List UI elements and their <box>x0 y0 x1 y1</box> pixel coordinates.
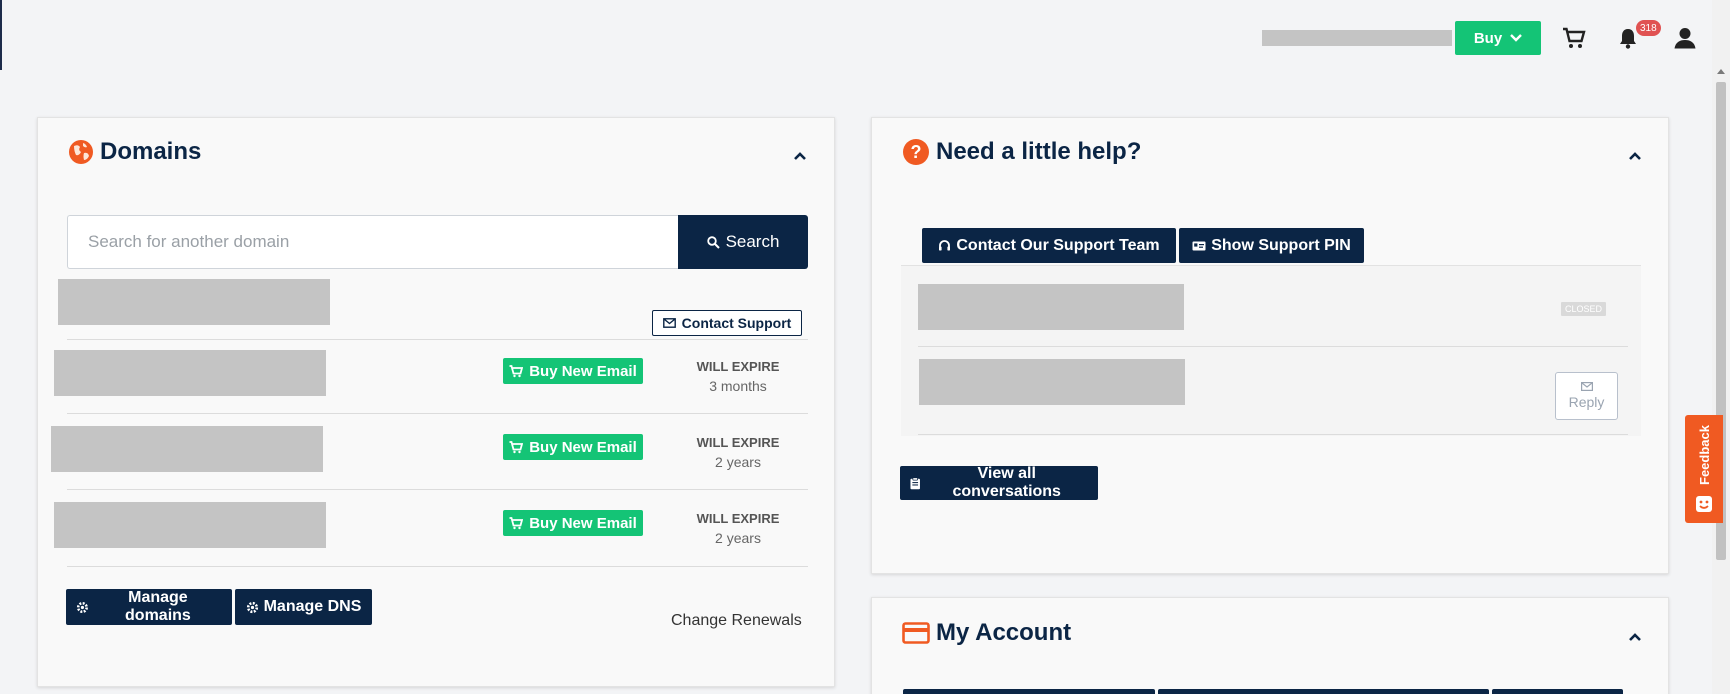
envelope-icon <box>1580 382 1593 391</box>
show-support-pin-button[interactable]: Show Support PIN <box>1179 228 1364 263</box>
notification-count-badge: 318 <box>1636 20 1661 36</box>
id-card-icon <box>1192 241 1206 250</box>
manage-domains-label: Manage domains <box>125 589 191 624</box>
redacted-conversation-title <box>919 359 1185 405</box>
chevron-down-icon <box>1510 34 1523 42</box>
row-divider <box>67 566 808 567</box>
conversation-status-badge: CLOSED <box>1561 302 1607 316</box>
account-action-button[interactable] <box>903 689 1155 694</box>
buy-dropdown-button[interactable]: Buy <box>1455 21 1541 55</box>
expire-value: 2 years <box>715 530 761 546</box>
row-divider <box>67 413 808 414</box>
reply-button[interactable]: Reply <box>1555 372 1618 420</box>
domain-search-button[interactable]: Search <box>678 215 808 269</box>
redacted-domain-name <box>54 350 326 396</box>
buy-new-email-button[interactable]: Buy New Email <box>503 434 643 460</box>
envelope-icon <box>662 318 676 328</box>
redacted-domain-name <box>54 502 326 548</box>
clipboard-icon <box>910 476 920 489</box>
feedback-smile-icon <box>1696 495 1712 512</box>
buy-label: Buy <box>1473 29 1503 47</box>
support-conversations-list: CLOSED Reply <box>901 265 1641 436</box>
scroll-up-arrow-icon[interactable] <box>1712 64 1730 78</box>
reply-label: Reply <box>1568 394 1605 410</box>
row-divider <box>67 339 808 340</box>
my-account-card: My Account <box>871 597 1669 694</box>
row-divider <box>918 434 1628 435</box>
expiry-info: WILL EXPIRE 3 months <box>678 359 798 394</box>
account-action-button[interactable] <box>1158 689 1489 694</box>
contact-support-label: Contact Support <box>681 315 792 331</box>
manage-domains-button[interactable]: Manage domains <box>66 589 232 625</box>
buy-new-email-button[interactable]: Buy New Email <box>503 510 643 536</box>
collapse-domains-button[interactable] <box>788 144 812 168</box>
search-button-label: Search <box>725 232 780 251</box>
will-expire-label: WILL EXPIRE <box>696 359 780 374</box>
expiry-info: WILL EXPIRE 2 years <box>678 435 798 470</box>
expire-value: 3 months <box>709 378 767 394</box>
question-circle-icon: ? <box>903 139 929 165</box>
svg-text:?: ? <box>911 142 922 162</box>
view-all-conversations-label: View all conversations <box>952 465 1061 500</box>
buy-new-email-label: Buy New Email <box>529 514 637 532</box>
domain-search-input[interactable] <box>67 215 678 269</box>
buy-new-email-button[interactable]: Buy New Email <box>503 358 643 384</box>
contact-support-button[interactable]: Contact Support <box>652 310 802 336</box>
globe-icon <box>69 140 93 164</box>
account-title: My Account <box>936 619 1072 646</box>
search-icon <box>706 235 720 249</box>
chevron-up-icon <box>1629 633 1641 641</box>
redacted-domain-name <box>51 426 323 472</box>
domains-heading: Domains <box>68 138 201 166</box>
show-support-pin-label: Show Support PIN <box>1211 236 1351 254</box>
contact-support-team-label: Contact Our Support Team <box>956 236 1160 254</box>
account-action-button[interactable] <box>1492 689 1623 694</box>
user-icon[interactable] <box>1671 24 1699 52</box>
gear-icon <box>246 601 258 613</box>
row-divider <box>67 489 808 490</box>
will-expire-label: WILL EXPIRE <box>696 435 780 450</box>
feedback-label: Feedback <box>1696 425 1712 485</box>
contact-support-team-button[interactable]: Contact Our Support Team <box>922 228 1176 263</box>
feedback-tab[interactable]: Feedback <box>1685 415 1723 523</box>
shopping-cart-icon <box>509 440 524 453</box>
redacted-account-name <box>1262 30 1452 46</box>
shopping-cart-icon <box>509 516 524 529</box>
chevron-up-icon <box>794 152 806 160</box>
domains-card: Domains Search Contact Support Buy New E… <box>37 117 835 687</box>
expiry-info: WILL EXPIRE 2 years <box>678 511 798 546</box>
redacted-conversation-title <box>918 284 1184 330</box>
gear-icon <box>76 601 88 613</box>
account-heading: My Account <box>902 619 1071 647</box>
row-divider <box>918 346 1628 347</box>
will-expire-label: WILL EXPIRE <box>696 511 780 526</box>
headset-icon <box>939 240 951 251</box>
shopping-cart-icon[interactable] <box>1560 24 1588 52</box>
redacted-domain-name <box>58 279 330 325</box>
collapse-account-button[interactable] <box>1623 625 1647 649</box>
top-header: Buy 318 <box>0 0 1730 70</box>
change-renewals-link[interactable]: Change Renewals <box>671 612 802 630</box>
help-title: Need a little help? <box>936 138 1142 165</box>
expire-value: 2 years <box>715 454 761 470</box>
chevron-up-icon <box>1629 152 1641 160</box>
manage-dns-button[interactable]: Manage DNS <box>235 589 372 625</box>
buy-new-email-label: Buy New Email <box>529 362 637 380</box>
credit-card-icon <box>902 622 930 644</box>
help-heading: ? Need a little help? <box>902 138 1141 166</box>
manage-dns-label: Manage DNS <box>263 598 362 615</box>
buy-new-email-label: Buy New Email <box>529 438 637 456</box>
shopping-cart-icon <box>509 364 524 377</box>
collapse-help-button[interactable] <box>1623 144 1647 168</box>
help-card: ? Need a little help? Contact Our Suppor… <box>871 117 1669 574</box>
domains-title: Domains <box>100 138 202 165</box>
view-all-conversations-button[interactable]: View all conversations <box>900 465 1098 500</box>
